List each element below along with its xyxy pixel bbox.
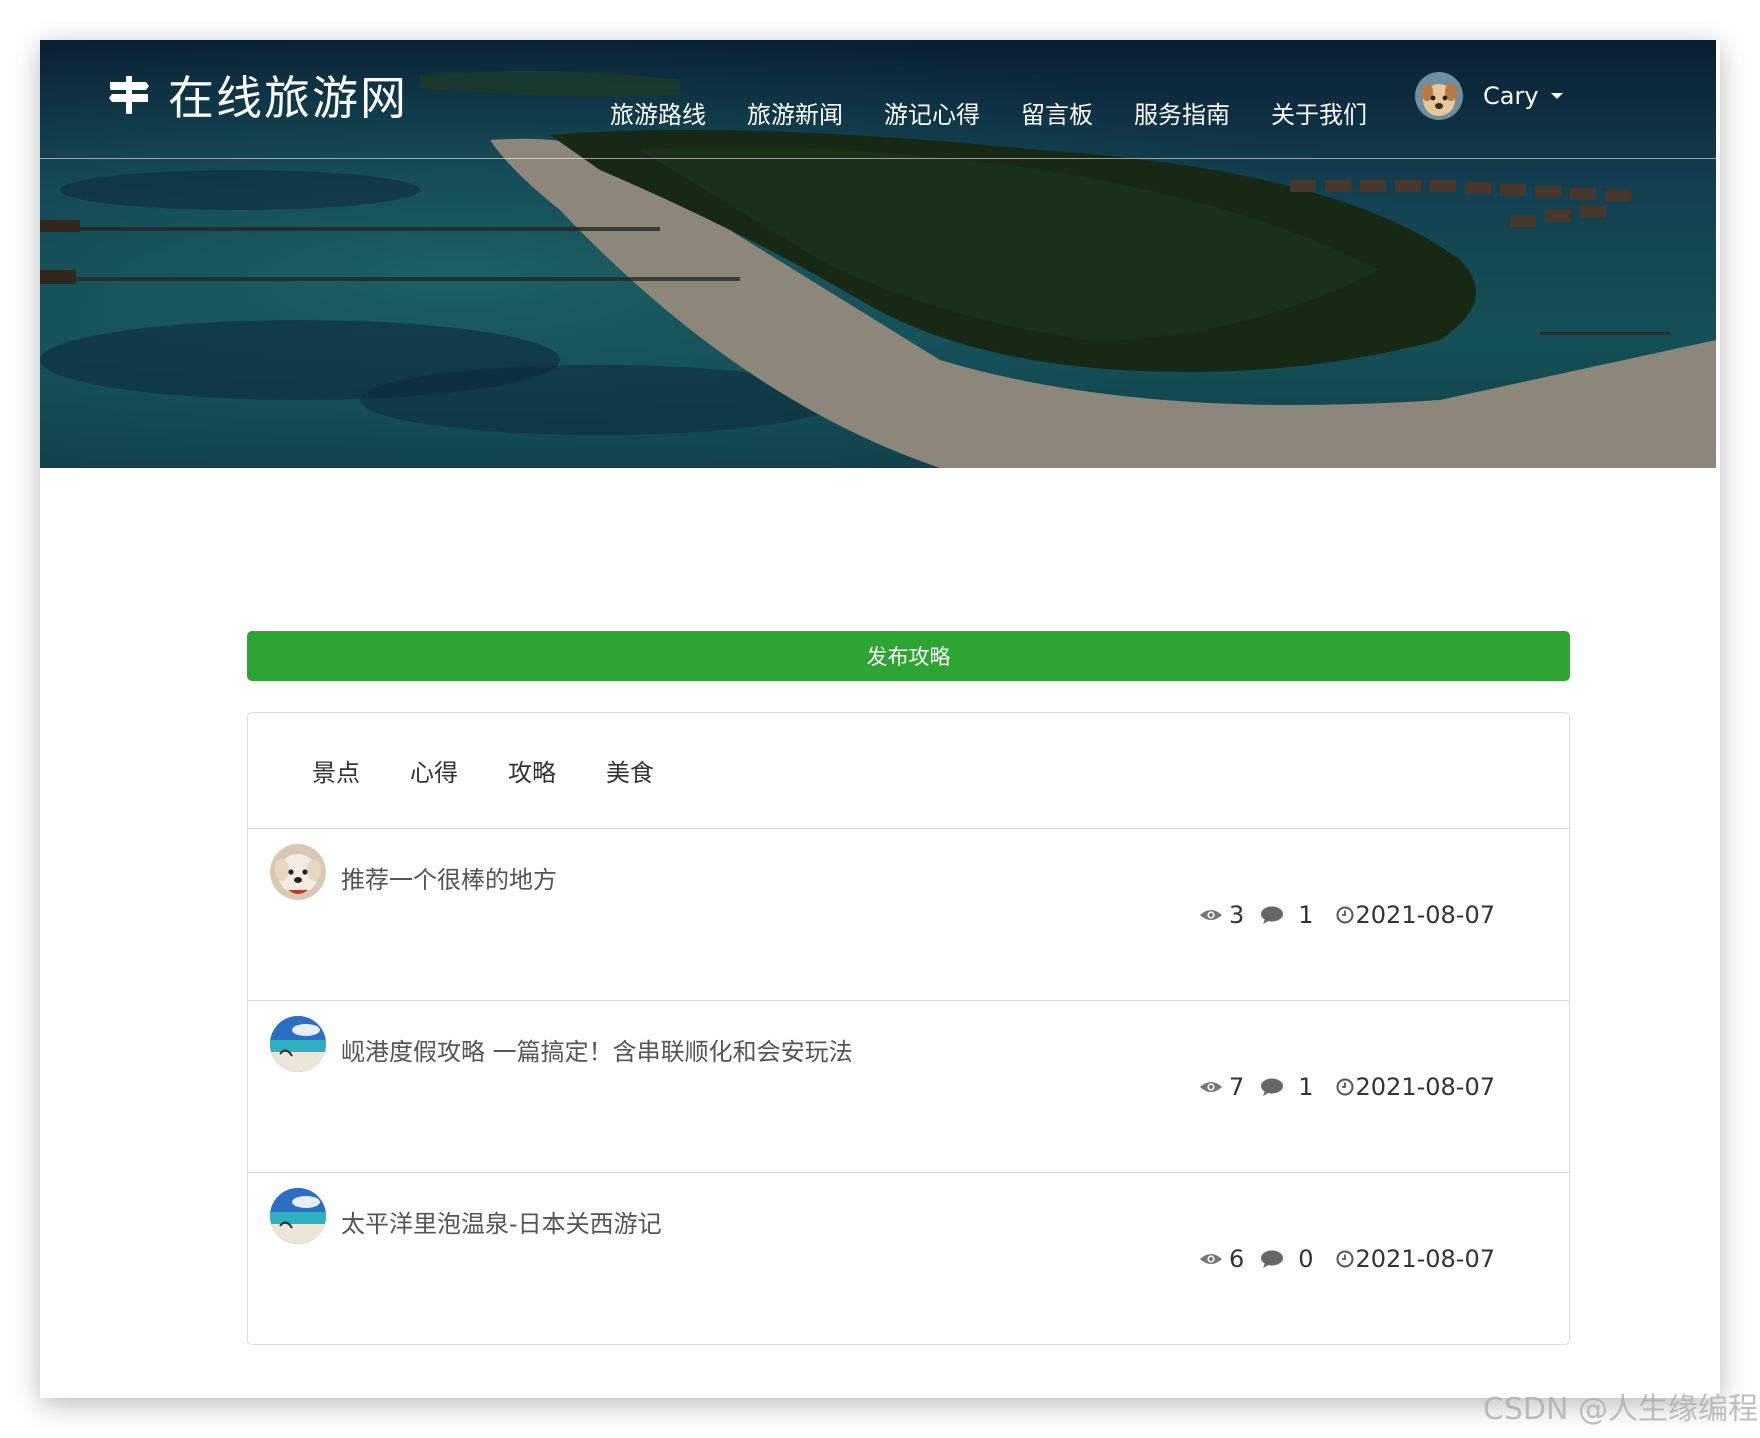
post-meta: 7 1 2021-08-07 [1199, 1073, 1495, 1101]
chevron-down-icon [1550, 93, 1563, 99]
view-count: 3 [1228, 901, 1245, 929]
tab-experiences[interactable]: 心得 [410, 753, 458, 788]
eye-icon [1199, 1082, 1222, 1092]
tab-attractions[interactable]: 景点 [312, 753, 360, 788]
watermark-text: CSDN @人生缘编程 [1482, 1392, 1758, 1427]
clock-icon [1336, 1250, 1354, 1268]
nav-item-news[interactable]: 旅游新闻 [747, 95, 843, 130]
post-date: 2021-08-07 [1355, 901, 1495, 929]
post-author-avatar[interactable] [270, 1016, 326, 1072]
user-name: Cary [1483, 82, 1539, 110]
post-author-avatar[interactable] [270, 844, 326, 900]
view-count: 6 [1228, 1245, 1245, 1273]
main-nav: 旅游路线 旅游新闻 游记心得 留言板 服务指南 关于我们 [610, 95, 1387, 130]
dog-avatar-icon [270, 844, 326, 900]
comment-bubble-icon [1261, 1078, 1284, 1096]
category-tabs: 景点 心得 攻略 美食 [248, 713, 1569, 829]
posts-panel: 景点 心得 攻略 美食 推荐一个很棒的地方 3 1 2021-08-07 岘港度… [247, 712, 1570, 1345]
dog-avatar-icon [1415, 72, 1463, 120]
tab-guides[interactable]: 攻略 [508, 753, 556, 788]
signpost-icon [109, 76, 149, 114]
post-title[interactable]: 推荐一个很棒的地方 [341, 860, 557, 895]
publish-guide-button[interactable]: 发布攻略 [247, 631, 1570, 681]
tab-food[interactable]: 美食 [606, 753, 654, 788]
comment-count: 1 [1298, 1073, 1314, 1101]
clock-icon [1336, 906, 1354, 924]
nav-item-message-board[interactable]: 留言板 [1021, 95, 1093, 130]
post-meta: 3 1 2021-08-07 [1199, 901, 1495, 929]
comment-bubble-icon [1261, 1250, 1284, 1268]
post-meta: 6 0 2021-08-07 [1199, 1245, 1495, 1273]
post-title[interactable]: 岘港度假攻略 一篇搞定！含串联顺化和会安玩法 [341, 1032, 853, 1067]
beach-avatar-icon [270, 1016, 326, 1072]
post-author-avatar[interactable] [270, 1188, 326, 1244]
nav-item-about-us[interactable]: 关于我们 [1271, 95, 1367, 130]
nav-item-service-guide[interactable]: 服务指南 [1134, 95, 1230, 130]
post-item: 太平洋里泡温泉-日本关西游记 6 0 2021-08-07 [248, 1173, 1569, 1344]
post-date: 2021-08-07 [1355, 1245, 1495, 1273]
site-title: 在线旅游网 [168, 71, 408, 125]
nav-divider [40, 158, 1716, 159]
user-menu[interactable]: Cary [1415, 72, 1563, 120]
post-date: 2021-08-07 [1355, 1073, 1495, 1101]
comment-count: 0 [1298, 1245, 1314, 1273]
comment-bubble-icon [1261, 906, 1284, 924]
eye-icon [1199, 1254, 1222, 1264]
nav-item-routes[interactable]: 旅游路线 [610, 95, 706, 130]
beach-avatar-icon [270, 1188, 326, 1244]
brand[interactable]: 在线旅游网 [108, 62, 408, 128]
view-count: 7 [1228, 1073, 1245, 1101]
browser-page: 在线旅游网 旅游路线 旅游新闻 游记心得 留言板 服务指南 关于我们 Cary … [40, 40, 1720, 1398]
user-avatar [1415, 72, 1463, 120]
post-item: 推荐一个很棒的地方 3 1 2021-08-07 [248, 829, 1569, 1001]
clock-icon [1336, 1078, 1354, 1096]
nav-item-travelogues[interactable]: 游记心得 [884, 95, 980, 130]
eye-icon [1199, 910, 1222, 920]
comment-count: 1 [1298, 901, 1314, 929]
hero-header: 在线旅游网 旅游路线 旅游新闻 游记心得 留言板 服务指南 关于我们 Cary [40, 40, 1716, 468]
post-title[interactable]: 太平洋里泡温泉-日本关西游记 [341, 1204, 662, 1239]
post-item: 岘港度假攻略 一篇搞定！含串联顺化和会安玩法 7 1 2021-08-07 [248, 1001, 1569, 1173]
